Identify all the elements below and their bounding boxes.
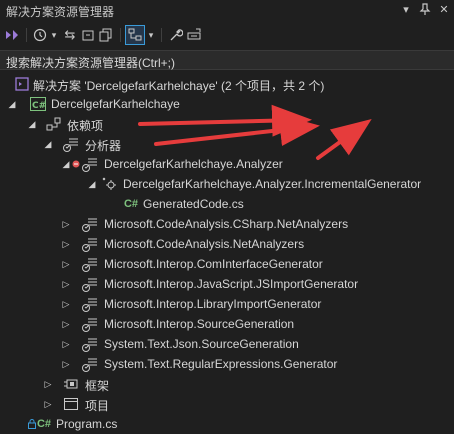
pin-icon[interactable]: [417, 1, 433, 17]
dependencies-label: 依赖项: [67, 119, 104, 133]
analyzers-label: 分析器: [85, 139, 122, 153]
expand-icon[interactable]: ▷: [42, 396, 54, 412]
history-icon[interactable]: [32, 25, 48, 45]
dependencies-icon: [46, 116, 62, 132]
tree-item-analyzer[interactable]: ▷ System.Text.Json.SourceGeneration: [0, 334, 454, 354]
frameworks-label: 框架: [85, 379, 110, 393]
solution-label: 解决方案 'DercelgefarKarhelchaye' (2 个项目，共 2…: [33, 79, 325, 93]
expand-icon[interactable]: ▷: [60, 256, 72, 272]
projects-label: 项目: [85, 399, 110, 413]
tree-item-analyzer[interactable]: ▷ Microsoft.Interop.JavaScript.JSImportG…: [0, 274, 454, 294]
sync-icon[interactable]: ⇆: [62, 25, 78, 45]
expand-icon[interactable]: ◢: [26, 116, 38, 132]
analyzer-label: Microsoft.Interop.LibraryImportGenerator: [104, 297, 322, 311]
expand-icon[interactable]: ▷: [60, 356, 72, 372]
analyzer-icon: [82, 356, 98, 372]
analyzer-label: System.Text.RegularExpressions.Generator: [104, 357, 338, 371]
tree-item-projects[interactable]: ▷ 项目: [0, 394, 454, 414]
tree-item-analyzer[interactable]: ▷ Microsoft.Interop.LibraryImportGenerat…: [0, 294, 454, 314]
analyzer-label: Microsoft.Interop.ComInterfaceGenerator: [104, 257, 323, 271]
expand-icon[interactable]: ▷: [42, 376, 54, 392]
tree-item-generator[interactable]: ◢ DercelgefarKarhelchaye.Analyzer.Increm…: [0, 174, 454, 194]
analyzer-icon: [82, 296, 98, 312]
tree-item-analyzer[interactable]: ▷ Microsoft.Interop.ComInterfaceGenerato…: [0, 254, 454, 274]
tree-item-frameworks[interactable]: ▷ 框架: [0, 374, 454, 394]
expand-icon[interactable]: ▷: [60, 216, 72, 232]
tree-item-analyzer-main[interactable]: ◢ DercelgefarKarhelchaye.Analyzer: [0, 154, 454, 174]
error-icon: [72, 156, 80, 172]
analyzer-icon: [82, 156, 98, 172]
view-hierarchy-icon[interactable]: [125, 25, 145, 45]
tree-item-generated-file[interactable]: C# GeneratedCode.cs: [0, 194, 454, 214]
expand-icon[interactable]: ▷: [60, 276, 72, 292]
tree-item-analyzer[interactable]: ▷ Microsoft.Interop.SourceGeneration: [0, 314, 454, 334]
vs-switch-views-icon[interactable]: [4, 25, 20, 45]
expand-icon[interactable]: ◢: [86, 176, 98, 192]
generator-label: DercelgefarKarhelchaye.Analyzer.Incremen…: [123, 177, 422, 191]
analyzer-icon: [82, 336, 98, 352]
generator-icon: [101, 176, 117, 192]
framework-icon: [63, 376, 79, 392]
expand-icon[interactable]: ◢: [42, 136, 54, 152]
analyzer-icon: [82, 236, 98, 252]
chevron-down-icon[interactable]: ▾: [398, 1, 414, 17]
search-input[interactable]: 搜索解决方案资源管理器(Ctrl+;): [0, 50, 454, 70]
close-icon[interactable]: ✕: [436, 1, 452, 17]
collapse-all-icon[interactable]: [80, 25, 96, 45]
tree-item-project[interactable]: ◢ C# DercelgefarKarhelchaye: [0, 94, 454, 114]
wrench-icon[interactable]: [168, 25, 184, 45]
project-reference-icon: [63, 396, 79, 412]
solution-icon: [14, 76, 30, 92]
analyzer-icon: [63, 136, 79, 152]
analyzer-label: Microsoft.CodeAnalysis.CSharp.NetAnalyze…: [104, 217, 349, 231]
expand-icon[interactable]: ▷: [60, 316, 72, 332]
chevron-down-icon[interactable]: ▾: [147, 25, 155, 45]
analyzer-icon: [82, 256, 98, 272]
csharp-file-icon: C#: [123, 198, 139, 210]
lock-icon: [28, 416, 36, 432]
analyzer-label: Microsoft.Interop.JavaScript.JSImportGen…: [104, 277, 359, 291]
analyzer-icon: [82, 216, 98, 232]
chevron-down-icon[interactable]: ▾: [50, 25, 58, 45]
analyzer-label: Microsoft.CodeAnalysis.NetAnalyzers: [104, 237, 305, 251]
generated-file-label: GeneratedCode.cs: [143, 197, 244, 211]
analyzer-icon: [82, 316, 98, 332]
svg-text:C#: C#: [32, 101, 46, 111]
toolbar-separator: [120, 28, 121, 42]
toolbar: ▾ ⇆ ▾: [0, 20, 454, 50]
title-bar: 解决方案资源管理器 ▾ ✕: [0, 0, 454, 20]
toolbar-separator: [161, 28, 162, 42]
tree-item-analyzer[interactable]: ▷ Microsoft.CodeAnalysis.CSharp.NetAnaly…: [0, 214, 454, 234]
project-label: DercelgefarKarhelchaye: [51, 97, 180, 111]
tree-item-analyzer[interactable]: ▷ Microsoft.CodeAnalysis.NetAnalyzers: [0, 234, 454, 254]
expand-icon[interactable]: ◢: [6, 96, 18, 112]
expand-icon[interactable]: ▷: [60, 236, 72, 252]
expand-icon[interactable]: ◢: [60, 156, 72, 172]
tree-item-program[interactable]: C# Program.cs: [0, 414, 454, 434]
search-placeholder: 搜索解决方案资源管理器(Ctrl+;): [6, 56, 175, 70]
window-title: 解决方案资源管理器: [6, 5, 115, 19]
analyzer-icon: [82, 276, 98, 292]
tree-item-analyzers[interactable]: ◢ 分析器: [0, 134, 454, 154]
expand-icon[interactable]: ▷: [60, 336, 72, 352]
analyzer-label: System.Text.Json.SourceGeneration: [104, 337, 299, 351]
csharp-file-icon: C#: [36, 418, 52, 430]
program-label: Program.cs: [56, 417, 118, 431]
show-all-files-icon[interactable]: [98, 25, 114, 45]
tree-item-dependencies[interactable]: ◢ 依赖项: [0, 114, 454, 134]
csharp-project-icon: C#: [30, 96, 46, 112]
analyzer-label: Microsoft.Interop.SourceGeneration: [104, 317, 295, 331]
tree-item-solution[interactable]: 解决方案 'DercelgefarKarhelchaye' (2 个项目，共 2…: [0, 74, 454, 94]
tree-item-analyzer[interactable]: ▷ System.Text.RegularExpressions.Generat…: [0, 354, 454, 374]
preview-selected-icon[interactable]: [186, 25, 202, 45]
analyzer-main-label: DercelgefarKarhelchaye.Analyzer: [104, 157, 283, 171]
expand-icon[interactable]: ▷: [60, 296, 72, 312]
toolbar-separator: [26, 28, 27, 42]
